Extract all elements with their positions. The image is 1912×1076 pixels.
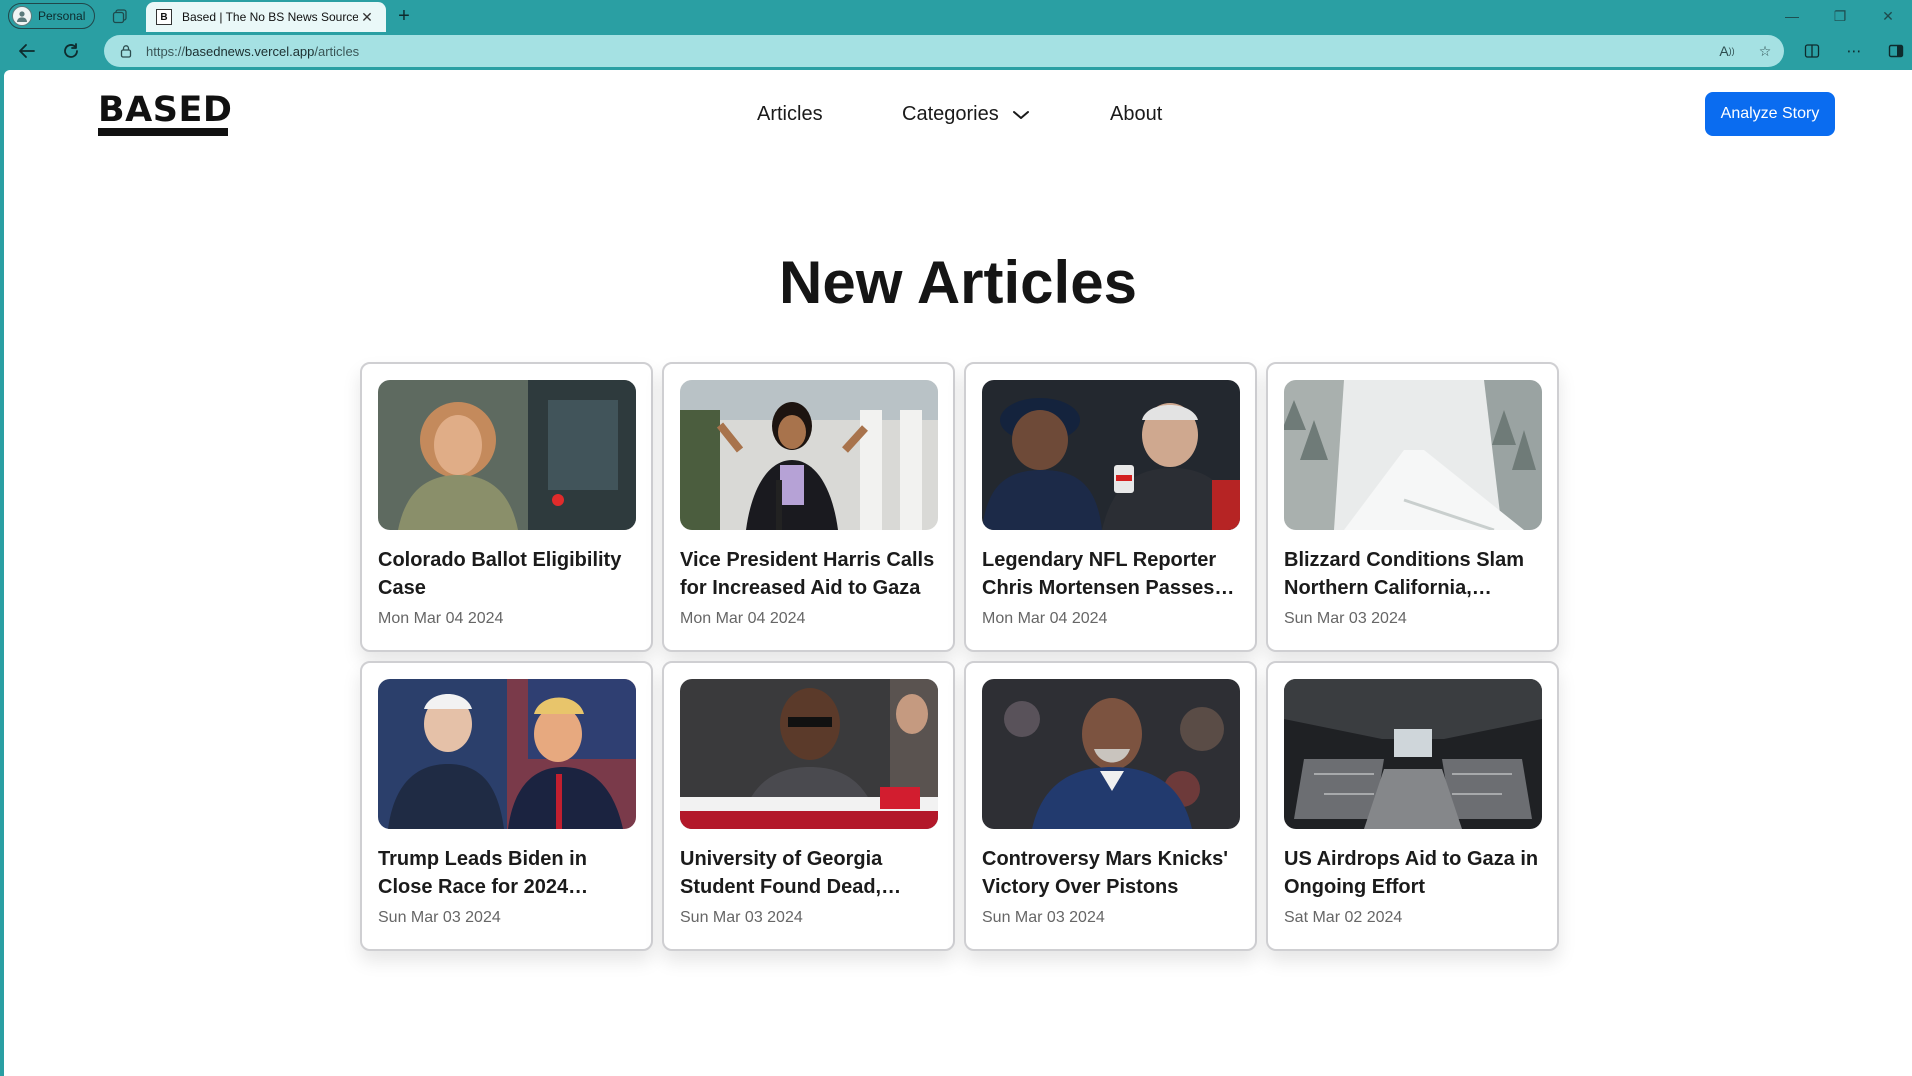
article-card[interactable]: Vice President Harris Calls for Increase… [662,362,955,652]
profile-button[interactable]: Personal [8,3,95,29]
more-options-icon[interactable]: ⋯ [1838,37,1870,65]
profile-avatar-icon [12,6,32,26]
browser-titlebar: Personal B Based | The No BS News Source… [0,0,1912,32]
article-thumbnail[interactable] [378,380,636,530]
article-title[interactable]: Vice President Harris Calls for Increase… [680,546,937,602]
article-card[interactable]: Colorado Ballot Eligibility Case Mon Mar… [360,362,653,652]
nav-about-link[interactable]: About [1110,96,1162,132]
split-screen-icon[interactable] [1796,37,1828,65]
nav-categories-label: Categories [902,103,999,125]
url-host: basednews.vercel.app [185,43,315,59]
article-thumbnail[interactable] [982,380,1240,530]
new-tab-icon[interactable]: + [392,4,416,28]
article-date: Sun Mar 03 2024 [982,909,1105,926]
close-tab-icon[interactable]: ✕ [358,9,376,26]
address-bar[interactable]: https:// basednews.vercel.app /articles … [104,35,1784,67]
article-title[interactable]: Blizzard Conditions Slam Northern Califo… [1284,546,1541,602]
article-title[interactable]: University of Georgia Student Found Dead… [680,845,937,901]
article-card[interactable]: Trump Leads Biden in Close Race for 2024… [360,661,653,951]
article-thumbnail[interactable] [1284,679,1542,829]
lock-icon[interactable] [118,43,134,59]
profile-label: Personal [38,9,86,23]
refresh-icon[interactable] [58,39,84,63]
browser-tab-active[interactable]: B Based | The No BS News Source ✕ [146,2,386,32]
sidebar-toggle-icon[interactable] [1880,37,1912,65]
tab-actions-icon[interactable] [108,6,132,26]
article-date: Mon Mar 04 2024 [680,610,806,627]
tab-title: Based | The No BS News Source [182,10,358,24]
article-card[interactable]: US Airdrops Aid to Gaza in Ongoing Effor… [1266,661,1559,951]
close-window-icon[interactable]: ✕ [1864,0,1912,32]
article-card[interactable]: Blizzard Conditions Slam Northern Califo… [1266,362,1559,652]
article-title[interactable]: US Airdrops Aid to Gaza in Ongoing Effor… [1284,845,1541,901]
article-card[interactable]: Controversy Mars Knicks' Victory Over Pi… [964,661,1257,951]
article-thumbnail[interactable] [680,380,938,530]
article-card[interactable]: University of Georgia Student Found Dead… [662,661,955,951]
article-date: Sun Mar 03 2024 [1284,610,1407,627]
favorite-star-icon[interactable]: ☆ [1746,35,1784,67]
article-title[interactable]: Trump Leads Biden in Close Race for 2024… [378,845,635,901]
main-nav: Articles Categories About [4,96,1912,132]
article-title[interactable]: Legendary NFL Reporter Chris Mortensen P… [982,546,1239,602]
articles-grid: Colorado Ballot Eligibility Case Mon Mar… [360,362,1566,951]
read-aloud-icon[interactable]: A)) [1708,35,1746,67]
article-card[interactable]: Legendary NFL Reporter Chris Mortensen P… [964,362,1257,652]
page-viewport: BASED Articles Categories About Analyze … [4,70,1912,1076]
nav-categories-dropdown[interactable]: Categories [902,96,1030,133]
article-thumbnail[interactable] [378,679,636,829]
article-thumbnail[interactable] [982,679,1240,829]
analyze-story-button[interactable]: Analyze Story [1705,92,1835,136]
article-title[interactable]: Colorado Ballot Eligibility Case [378,546,635,602]
article-title[interactable]: Controversy Mars Knicks' Victory Over Pi… [982,845,1239,901]
article-date: Sun Mar 03 2024 [680,909,803,926]
article-date: Sun Mar 03 2024 [378,909,501,926]
site-favicon-icon: B [156,9,172,25]
restore-icon[interactable]: ❐ [1816,0,1864,32]
article-date: Mon Mar 04 2024 [378,610,504,627]
window-controls: — ❐ ✕ [1768,0,1912,32]
chevron-down-icon [1012,97,1030,133]
article-date: Sat Mar 02 2024 [1284,909,1403,926]
url-path: /articles [314,43,360,59]
back-icon[interactable] [14,39,40,63]
url-prefix: https:// [146,43,186,59]
article-date: Mon Mar 04 2024 [982,610,1108,627]
nav-articles-link[interactable]: Articles [757,96,823,132]
browser-toolbar: https:// basednews.vercel.app /articles … [0,32,1912,70]
page-title: New Articles [779,249,1137,316]
article-thumbnail[interactable] [680,679,938,829]
address-bar-actions: A)) ☆ [1708,35,1784,67]
article-thumbnail[interactable] [1284,380,1542,530]
minimize-icon[interactable]: — [1768,0,1816,32]
